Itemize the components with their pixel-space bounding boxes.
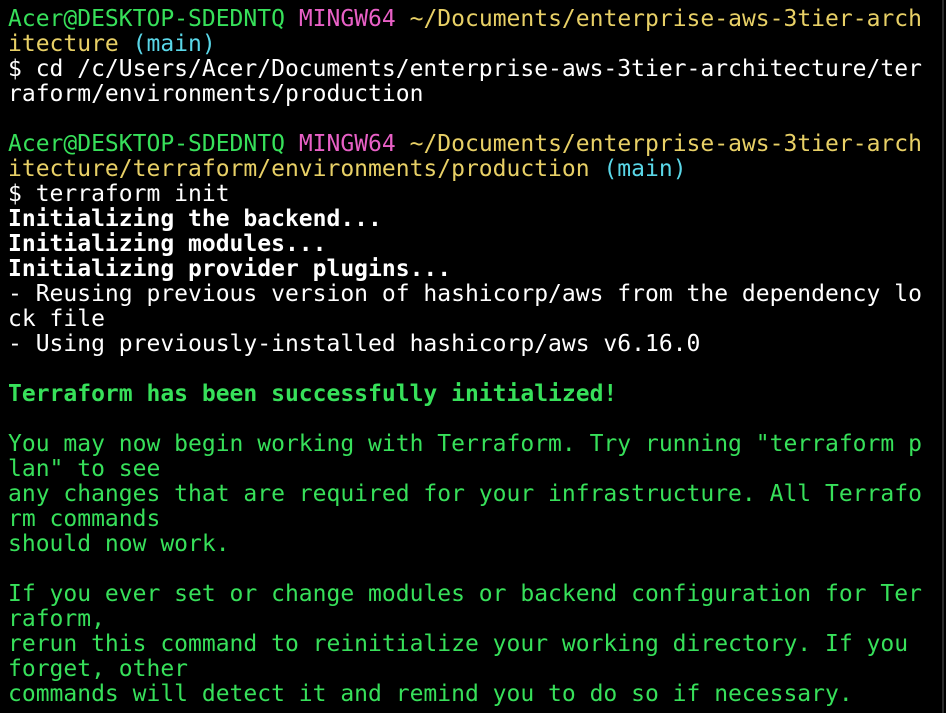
- output-init-backend: Initializing the backend...: [8, 206, 382, 232]
- output-message-2: commands will detect it and remind you t…: [8, 681, 853, 707]
- output-message-1: lan" to see: [8, 456, 161, 482]
- output-message-2: rerun this command to reinitialize your …: [8, 631, 909, 657]
- prompt-path: ~/Documents/enterprise-aws-3tier-arch: [409, 6, 922, 32]
- output-message-1: should now work.: [8, 531, 230, 557]
- output-message-2: If you ever set or change modules or bac…: [8, 581, 922, 607]
- output-message-1: You may now begin working with Terraform…: [8, 431, 922, 457]
- output-reuse-line: - Reusing previous version of hashicorp/…: [8, 281, 922, 307]
- prompt-line-1-wrap: itecture (main): [8, 32, 216, 57]
- output-init-modules: Initializing modules...: [8, 231, 327, 257]
- command-cd-wrap: raform/environments/production: [8, 81, 424, 107]
- output-using-line: - Using previously-installed hashicorp/a…: [8, 331, 701, 357]
- prompt-user-host: Acer@DESKTOP-SDEDNTQ: [8, 131, 285, 157]
- output-message-2: forget, other: [8, 656, 189, 682]
- prompt-line-2: Acer@DESKTOP-SDEDNTQ MINGW64 ~/Documents…: [8, 132, 922, 157]
- prompt-line-1: Acer@DESKTOP-SDEDNTQ MINGW64 ~/Documents…: [8, 7, 922, 32]
- prompt-system: MINGW64: [298, 6, 396, 32]
- output-reuse-line-wrap: ck file: [8, 306, 105, 332]
- output-message-1: any changes that are required for your i…: [8, 481, 922, 507]
- prompt-path: ~/Documents/enterprise-aws-3tier-arch: [409, 131, 922, 157]
- output-init-plugins: Initializing provider plugins...: [8, 256, 452, 282]
- terminal-window[interactable]: Acer@DESKTOP-SDEDNTQ MINGW64 ~/Documents…: [0, 0, 944, 713]
- command-terraform-init: $ terraform init: [8, 181, 230, 207]
- prompt-branch: (main): [132, 31, 216, 57]
- prompt-path-wrap: itecture: [8, 31, 119, 57]
- output-message-1: rm commands: [8, 506, 161, 532]
- prompt-branch: (main): [603, 156, 687, 182]
- prompt-path-wrap: itecture/terraform/environments/producti…: [8, 156, 590, 182]
- terminal-scrollbar[interactable]: [942, 0, 944, 713]
- prompt-system: MINGW64: [298, 131, 396, 157]
- output-success: Terraform has been successfully initiali…: [8, 381, 618, 407]
- prompt-user-host: Acer@DESKTOP-SDEDNTQ: [8, 6, 285, 32]
- prompt-line-2-wrap: itecture/terraform/environments/producti…: [8, 157, 687, 182]
- command-cd: $ cd /c/Users/Acer/Documents/enterprise-…: [8, 56, 922, 82]
- output-message-2: raform,: [8, 606, 105, 632]
